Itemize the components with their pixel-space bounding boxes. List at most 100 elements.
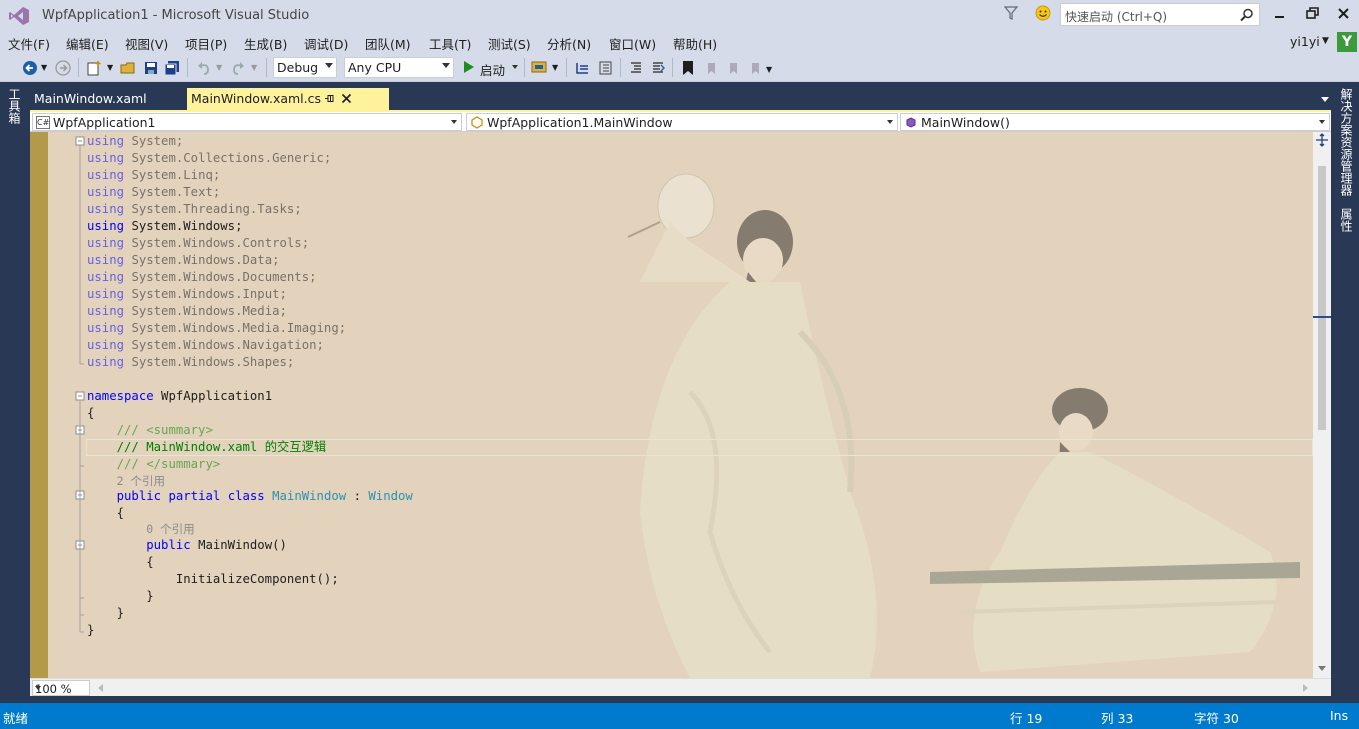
menu-help[interactable]: 帮助(H) [673, 34, 717, 53]
comment-out-lines-icon[interactable] [628, 60, 644, 76]
code-line[interactable]: using System.Windows.Media.Imaging; [87, 320, 346, 337]
previous-bookmark-icon[interactable] [703, 60, 719, 76]
vertical-scrollbar-thumb[interactable] [1318, 166, 1326, 430]
save-all-icon[interactable] [164, 60, 180, 76]
project-dropdown-value: WpfApplication1 [53, 115, 156, 130]
user-account-name[interactable]: yi1yi [1290, 34, 1320, 49]
redo-icon[interactable] [230, 60, 246, 76]
toolbar-overflow-chevron-down-icon[interactable]: ▼ [766, 65, 782, 81]
menu-edit[interactable]: 编辑(E) [66, 34, 109, 53]
code-line[interactable]: using System.Windows.Shapes; [87, 354, 294, 371]
quick-launch-input[interactable]: 快速启动 (Ctrl+Q) [1060, 3, 1260, 26]
code-line[interactable]: using System.Collections.Generic; [87, 150, 331, 167]
method-icon [906, 117, 916, 128]
code-line[interactable]: public partial class MainWindow : Window [87, 488, 413, 505]
toolbox-tab[interactable]: 工具箱 [7, 88, 23, 124]
search-icon[interactable] [1240, 8, 1254, 22]
restore-button[interactable] [1304, 6, 1322, 22]
code-line[interactable]: { [87, 505, 124, 522]
navigate-forward-icon[interactable] [55, 60, 71, 76]
scroll-right-arrow-icon[interactable] [1303, 684, 1308, 692]
menu-analyze[interactable]: 分析(N) [547, 34, 591, 53]
code-line[interactable]: /// </summary> [87, 456, 221, 473]
code-line[interactable]: public MainWindow() [87, 537, 287, 554]
menu-build[interactable]: 生成(B) [244, 34, 287, 53]
code-line[interactable]: using System.Text; [87, 184, 220, 201]
notification-filter-icon[interactable] [1004, 5, 1018, 21]
menu-file[interactable]: 文件(F) [8, 34, 50, 53]
menu-project[interactable]: 项目(P) [185, 34, 227, 53]
code-line[interactable]: using System.Threading.Tasks; [87, 201, 302, 218]
uncomment-lines-icon[interactable] [650, 60, 666, 76]
feedback-smiley-icon[interactable] [1035, 5, 1051, 21]
navigate-back-icon[interactable] [22, 60, 38, 76]
tab-overflow-chevron-down-icon[interactable] [1321, 97, 1329, 102]
tab-mainwindow-xaml-cs[interactable]: MainWindow.xaml.cs [187, 88, 389, 110]
bookmark-icon[interactable] [680, 60, 696, 76]
code-line[interactable]: /// <summary> [87, 422, 213, 439]
user-avatar[interactable]: Y [1337, 32, 1357, 52]
solution-platform-select[interactable]: Any CPU [344, 57, 454, 78]
menu-tools[interactable]: 工具(T) [429, 34, 471, 53]
menu-team[interactable]: 团队(M) [365, 34, 411, 53]
status-insert-mode[interactable]: Ins [1330, 708, 1348, 723]
project-dropdown[interactable]: C# WpfApplication1 [32, 113, 462, 131]
code-lens-references[interactable]: 0 个引用 [87, 521, 194, 538]
menu-view[interactable]: 视图(V) [125, 34, 168, 53]
code-line[interactable]: using System.Windows.Navigation; [87, 337, 324, 354]
status-bar: 就绪 行 19 列 33 字符 30 Ins [0, 703, 1359, 729]
code-line[interactable]: { [87, 554, 153, 571]
menu-test[interactable]: 测试(S) [488, 34, 531, 53]
code-line[interactable]: } [87, 622, 94, 639]
new-project-icon[interactable] [86, 60, 102, 76]
minimize-button[interactable] [1271, 6, 1289, 22]
scroll-left-arrow-icon[interactable] [98, 684, 103, 692]
user-menu-chevron-down-icon[interactable]: ▼ [1322, 36, 1329, 46]
type-dropdown[interactable]: WpfApplication1.MainWindow [466, 113, 898, 131]
browser-link-icon[interactable] [531, 60, 547, 76]
clear-bookmarks-icon[interactable] [747, 60, 763, 76]
code-line[interactable]: using System.Windows.Media; [87, 303, 287, 320]
solution-configuration-select[interactable]: Debug [273, 57, 337, 78]
code-line[interactable]: } [87, 588, 153, 605]
code-line[interactable]: InitializeComponent(); [87, 571, 339, 588]
code-line[interactable]: using System; [87, 133, 183, 150]
pin-tab-icon[interactable] [324, 93, 335, 104]
code-line[interactable]: using System.Windows.Controls; [87, 235, 309, 252]
code-line[interactable]: { [87, 405, 94, 422]
save-icon[interactable] [143, 60, 159, 76]
solution-explorer-sync-icon[interactable] [575, 60, 591, 76]
scroll-down-arrow-icon[interactable] [1318, 666, 1326, 671]
undo-icon[interactable] [196, 60, 212, 76]
close-tab-icon[interactable] [341, 93, 352, 104]
code-line[interactable]: using System.Windows.Documents; [87, 269, 317, 286]
code-line[interactable]: using System.Windows.Input; [87, 286, 287, 303]
menu-debug[interactable]: 调试(D) [304, 34, 348, 53]
solution-explorer-tab[interactable]: 解决方案资源管理器 [1338, 88, 1355, 196]
code-line[interactable]: using System.Linq; [87, 167, 220, 184]
status-line: 行 19 [1010, 711, 1043, 726]
start-debugging-button[interactable]: 启动 [462, 59, 522, 78]
code-line[interactable]: /// MainWindow.xaml 的交互逻辑 [87, 439, 327, 456]
properties-tab[interactable]: 属性 [1338, 208, 1355, 232]
tab-mainwindow-xaml[interactable]: MainWindow.xaml [30, 88, 186, 110]
code-line[interactable]: namespace WpfApplication1 [87, 388, 272, 405]
code-line[interactable]: using System.Windows; [87, 218, 243, 235]
member-dropdown[interactable]: MainWindow() [900, 113, 1330, 131]
standard-toolbar: ▼ ▼ ▼ ▼ Debug Any CPU 启动 ▼ ▼ [0, 53, 1359, 82]
code-line[interactable]: } [87, 605, 124, 622]
code-line[interactable]: using System.Windows.Data; [87, 252, 280, 269]
close-window-button[interactable] [1335, 6, 1353, 22]
next-bookmark-icon[interactable] [725, 60, 741, 76]
menu-window[interactable]: 窗口(W) [609, 34, 656, 53]
outlining-margin [75, 136, 85, 633]
zoom-level-select[interactable]: 100 % [32, 680, 90, 696]
toolbar-separator [566, 58, 567, 77]
code-editor[interactable]: using System; using System.Collections.G… [30, 132, 1331, 678]
split-window-icon[interactable] [1315, 133, 1329, 147]
start-debugging-label: 启动 [480, 63, 506, 78]
redo-chevron-down-icon[interactable]: ▼ [251, 63, 267, 79]
properties-window-icon[interactable] [597, 60, 613, 76]
start-chevron-down-icon[interactable] [512, 65, 518, 69]
open-file-icon[interactable] [120, 60, 136, 76]
